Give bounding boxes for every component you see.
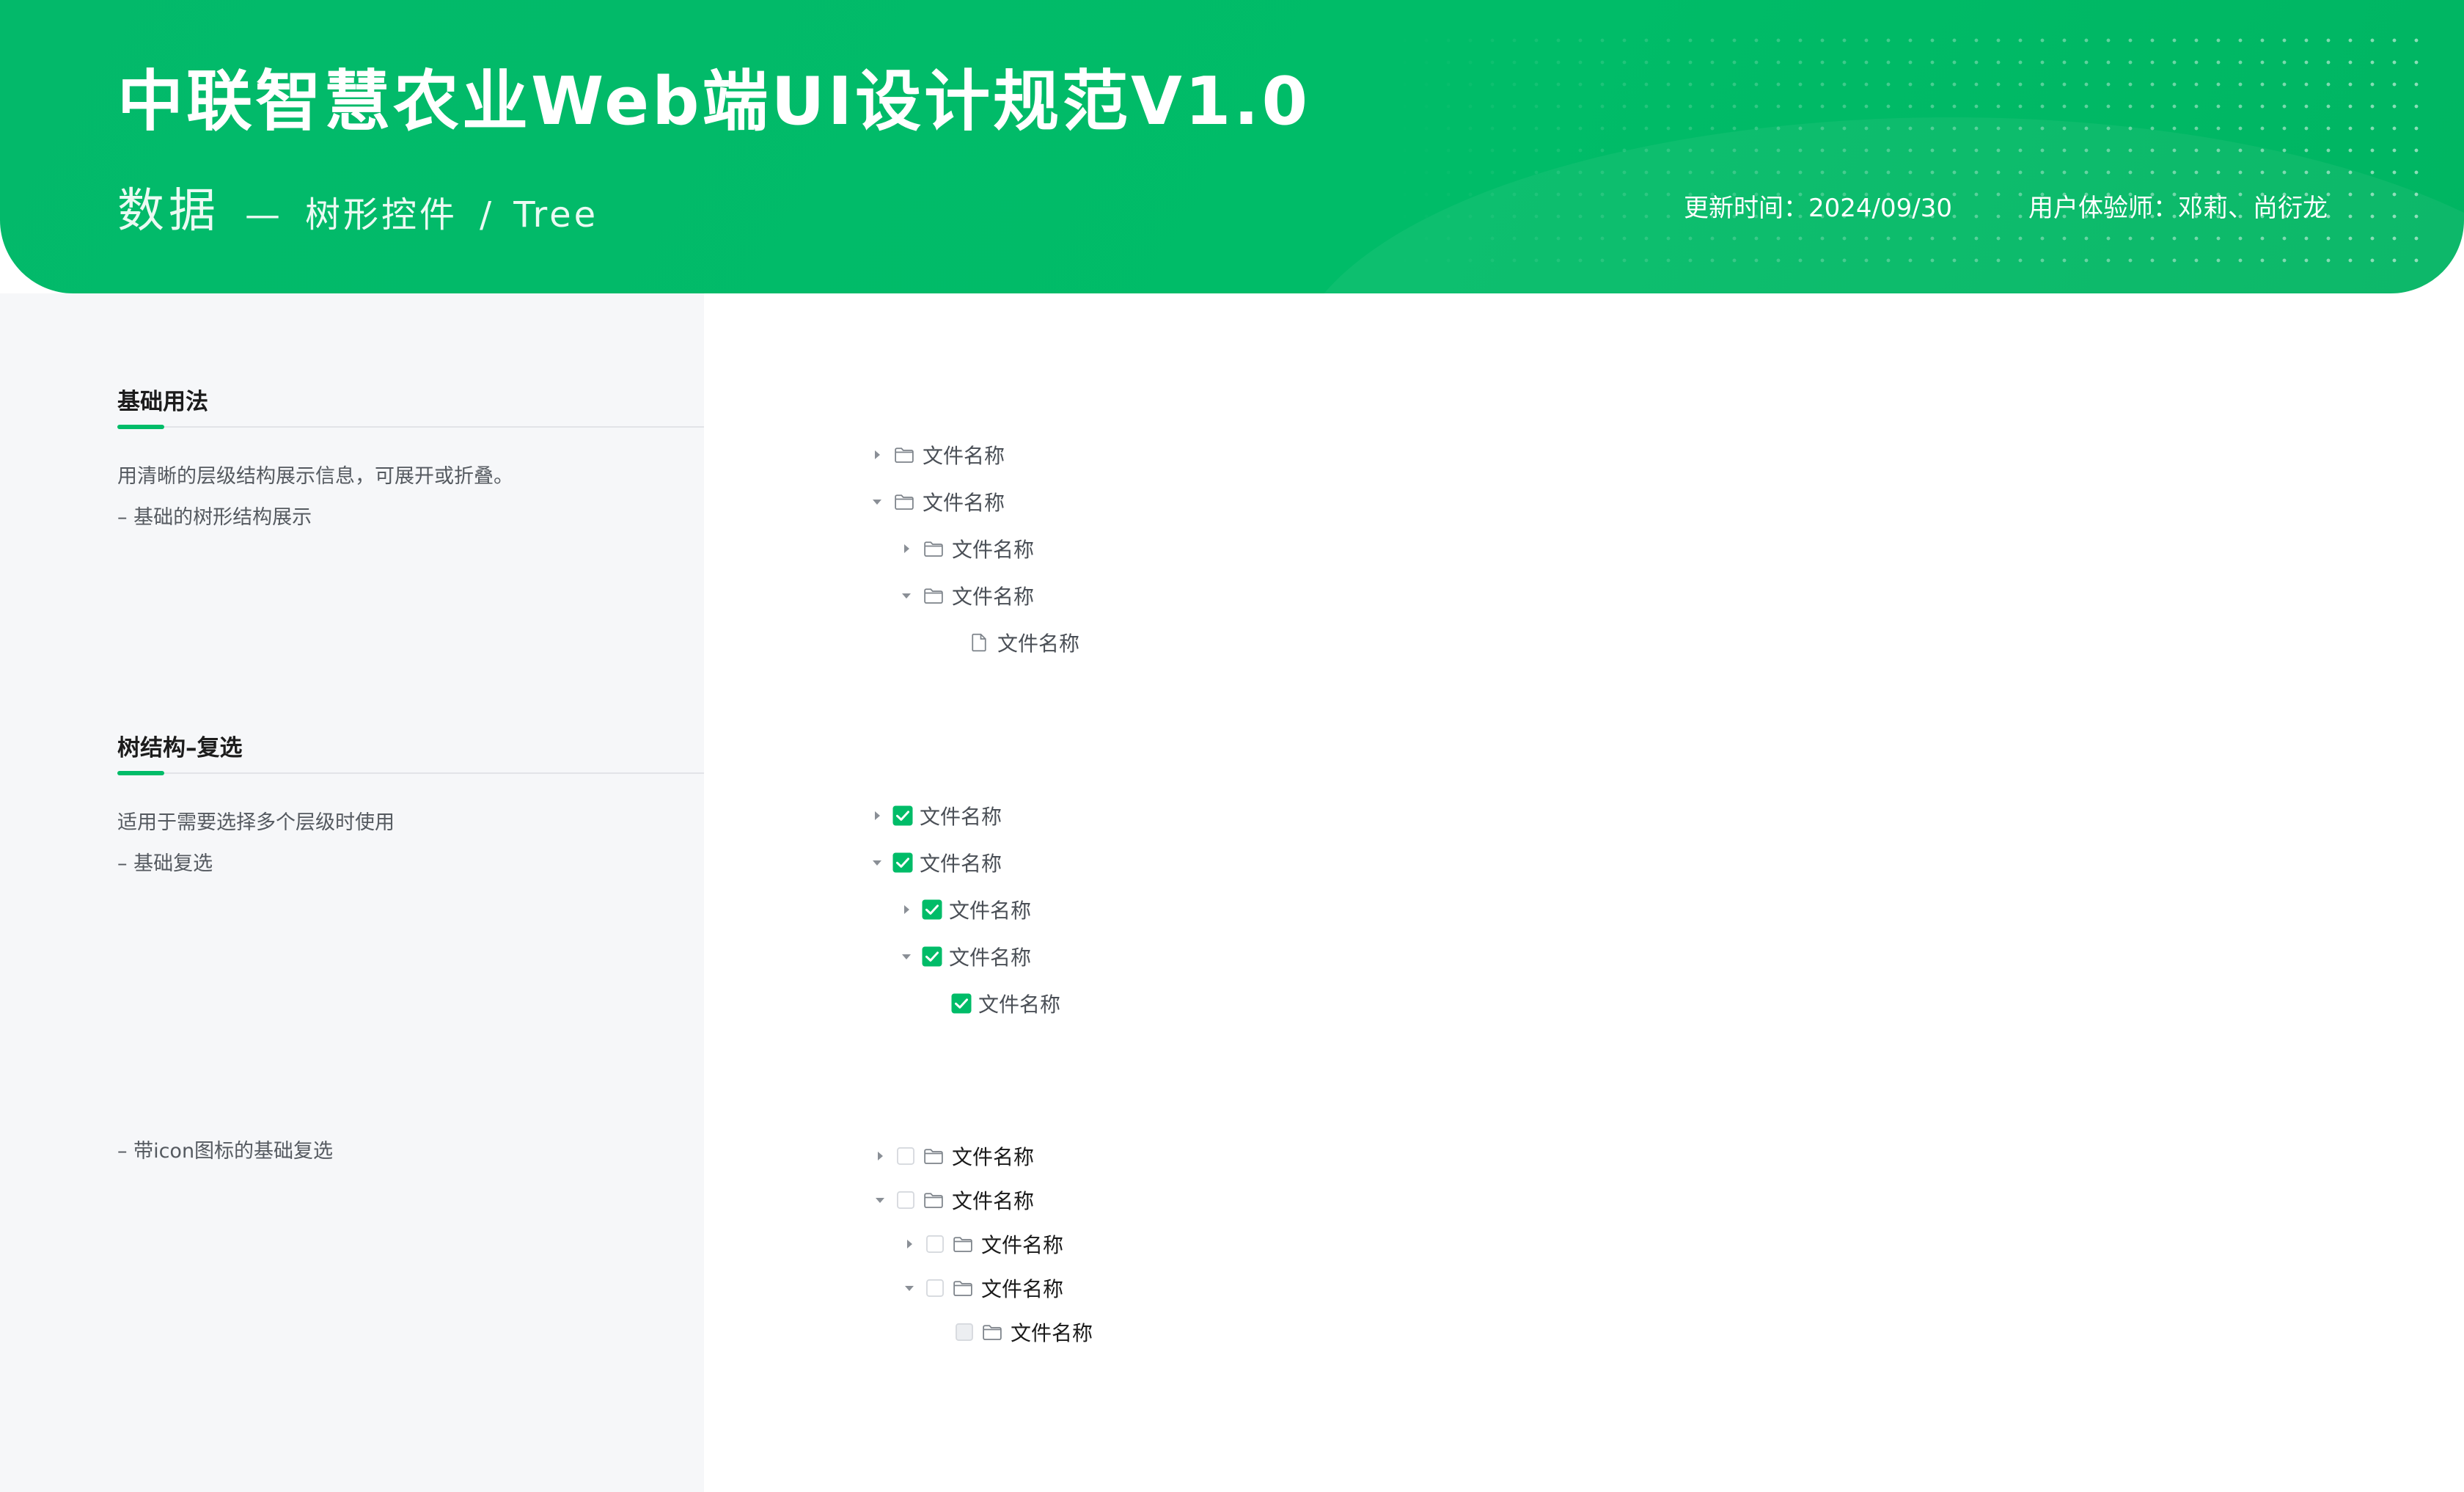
page-subtitle: 数据 — 树形控件 / Tree [117,173,598,241]
tree-node-label: 文件名称 [920,852,1002,876]
tree-node[interactable]: 文件名称 [930,1316,1093,1348]
tree-node[interactable]: 文件名称 [898,533,1034,565]
caret-placeholder [930,1323,947,1341]
category-label: 数据 [117,184,220,238]
section-accent [117,425,164,429]
tree-node[interactable]: 文件名称 [871,1140,1034,1172]
component-name: 树形控件 [305,194,458,235]
caret-down-icon[interactable] [868,854,886,871]
tree-node[interactable]: 文件名称 [868,486,1005,518]
tree-node[interactable]: 文件名称 [901,1272,1063,1304]
tree-node-label: 文件名称 [949,899,1032,923]
tree-node-label: 文件名称 [997,632,1080,656]
tree-node-label: 文件名称 [978,992,1061,1017]
caret-down-icon[interactable] [871,1191,889,1209]
caret-right-icon[interactable] [871,1147,889,1165]
section-divider [117,771,704,775]
checkbox-unchecked[interactable] [896,1147,915,1166]
caret-down-icon[interactable] [898,587,915,604]
folder-icon [981,1321,1003,1343]
section-accent [117,771,164,775]
checkbox-checked[interactable] [892,805,914,827]
section-description: 适用于需要选择多个层级时使用 [117,811,395,834]
caret-right-icon[interactable] [898,901,915,918]
folder-icon [952,1277,974,1299]
tree-node[interactable]: 文件名称 [898,893,1031,926]
caret-down-icon[interactable] [868,493,886,511]
checkbox-checked[interactable] [921,899,943,921]
checkbox-unchecked[interactable] [925,1235,945,1254]
caret-down-icon[interactable] [901,1279,918,1297]
tree-node-label: 文件名称 [981,1277,1064,1301]
checkbox-unchecked [955,1323,974,1342]
tree-node-label: 文件名称 [1011,1321,1093,1345]
subtitle-slash: / [480,194,492,235]
subtitle-separator: — [245,194,280,235]
caret-placeholder [927,634,945,651]
caret-right-icon[interactable] [898,540,915,557]
folder-icon [923,1145,945,1167]
tree-node-label: 文件名称 [920,805,1002,829]
section-divider [117,425,704,429]
caret-right-icon[interactable] [868,807,886,824]
tree-node-label: 文件名称 [923,444,1005,468]
caret-placeholder [927,995,945,1012]
folder-icon [952,1233,974,1255]
tree-node[interactable]: 文件名称 [868,800,1002,832]
section-title-checkbox: 树结构–复选 [117,735,243,761]
page-header: 中联智慧农业Web端UI设计规范V1.0 数据 — 树形控件 / Tree 更新… [0,0,2464,293]
tree-node[interactable]: 文件名称 [898,579,1034,612]
update-time: 更新时间：2024/09/30 [1684,194,1952,223]
folder-icon [893,491,915,513]
checkbox-unchecked[interactable] [925,1279,945,1298]
caret-right-icon[interactable] [868,446,886,464]
folder-icon [923,538,945,560]
page-title: 中联智慧农业Web端UI设计规范V1.0 [117,63,1311,140]
tree-node-label: 文件名称 [981,1233,1064,1257]
tree-node-label: 文件名称 [923,491,1005,515]
tree-node[interactable]: 文件名称 [927,626,1079,659]
tree-node[interactable]: 文件名称 [871,1184,1034,1216]
tree-node[interactable]: 文件名称 [898,940,1031,973]
section-description: 用清晰的层级结构展示信息，可展开或折叠。 [117,465,513,488]
checkbox-checked[interactable] [921,946,943,968]
tree-node-label: 文件名称 [952,538,1035,562]
tree-node[interactable]: 文件名称 [927,987,1060,1020]
tree-node-label: 文件名称 [952,1145,1035,1169]
tree-node[interactable]: 文件名称 [868,846,1002,879]
tree-node-label: 文件名称 [949,946,1032,970]
section-title-basic: 基础用法 [117,389,208,415]
section-description: – 基础的树形结构展示 [117,506,312,529]
designer-credit: 用户体验师：邓莉、尚衍龙 [2028,194,2328,223]
section-description: – 带icon图标的基础复选 [117,1140,334,1163]
tree-node[interactable]: 文件名称 [868,439,1005,471]
folder-icon [923,585,945,607]
caret-down-icon[interactable] [898,948,915,965]
file-icon [968,632,990,654]
tree-node[interactable]: 文件名称 [901,1228,1063,1260]
tree-node-label: 文件名称 [952,585,1035,609]
folder-icon [893,444,915,466]
checkbox-unchecked[interactable] [896,1191,915,1210]
checkbox-checked[interactable] [950,992,972,1014]
caret-right-icon[interactable] [901,1235,918,1253]
component-name-en: Tree [513,194,599,235]
checkbox-checked[interactable] [892,852,914,874]
folder-icon [923,1189,945,1211]
section-description: – 基础复选 [117,852,213,875]
tree-node-label: 文件名称 [952,1189,1035,1213]
